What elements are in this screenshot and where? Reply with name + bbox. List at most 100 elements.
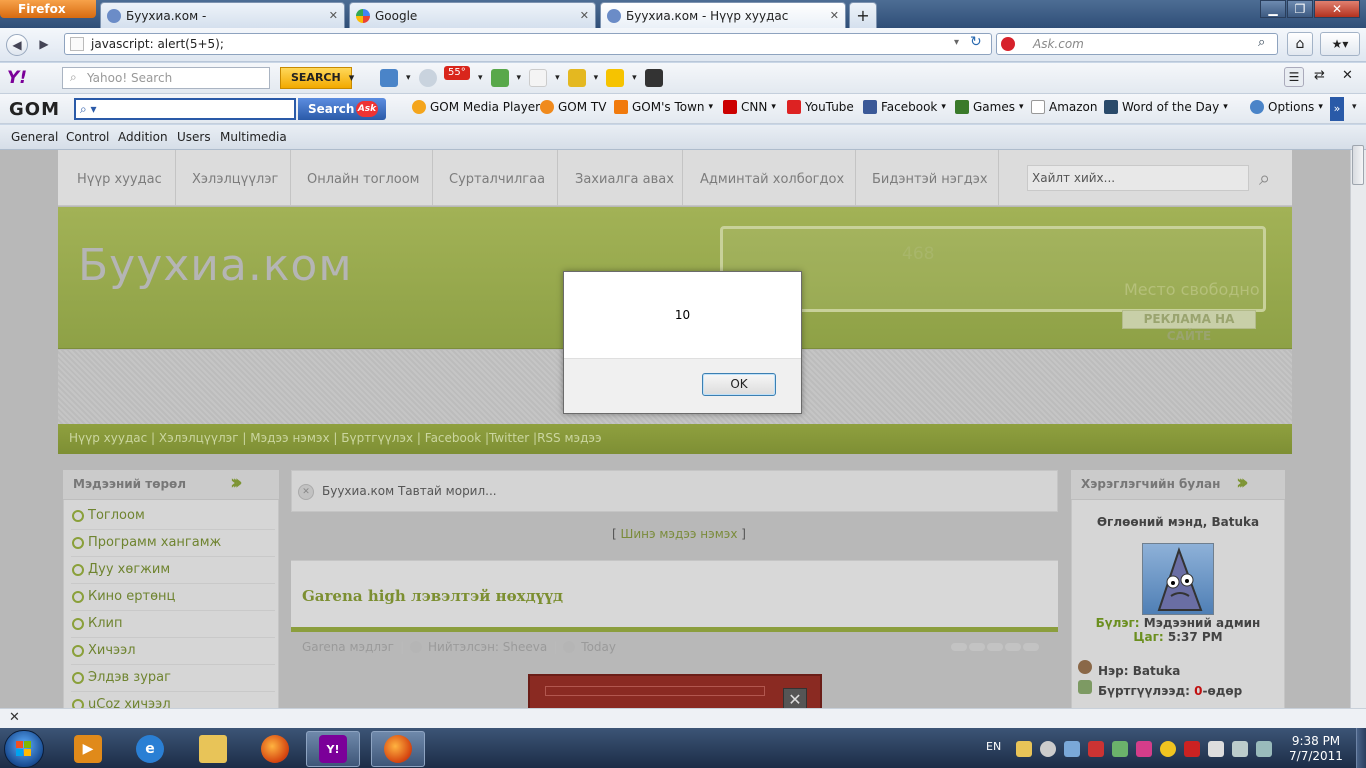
nav-contact-admin[interactable]: Админтай холбогдох <box>700 172 844 187</box>
weather-icon[interactable] <box>418 69 437 87</box>
tray-network-icon[interactable] <box>1064 741 1080 757</box>
system-clock[interactable]: 9:38 PM 7/7/2011 <box>1288 734 1344 764</box>
language-indicator[interactable]: EN <box>986 740 1001 753</box>
flickr-icon[interactable] <box>529 69 548 87</box>
category-item[interactable]: Тоглоом <box>72 508 145 523</box>
ebay-icon[interactable] <box>606 69 625 87</box>
firefox-menu-button[interactable]: Firefox <box>0 0 96 18</box>
close-tab-icon[interactable]: ✕ <box>830 9 839 22</box>
reload-icon[interactable]: ↻ <box>970 34 982 50</box>
tab-buuhia-1[interactable]: Буухиа.ком - ✕ <box>100 2 345 28</box>
search-engine-box[interactable]: Ask.com <box>996 33 1278 55</box>
chevron-down-icon[interactable]: ▾ <box>1352 102 1357 112</box>
gom-link-games[interactable]: Games ▾ <box>955 100 1024 114</box>
taskbar-internet-explorer[interactable]: e <box>123 731 177 767</box>
category-item[interactable]: Хичээл <box>72 643 136 658</box>
close-icon[interactable]: ✕ <box>298 484 314 500</box>
ad-label[interactable]: РЕКЛАМА НА САЙТЕ <box>1122 310 1256 343</box>
back-icon[interactable]: ◀ <box>6 34 28 56</box>
chevron-right-icon[interactable]: » <box>1330 97 1344 121</box>
site-search-input[interactable]: Хайлт хийх... <box>1027 165 1249 191</box>
close-tab-icon[interactable]: ✕ <box>580 9 589 22</box>
amazon-icon[interactable] <box>644 69 663 87</box>
avatar[interactable] <box>1142 543 1214 615</box>
new-tab-button[interactable]: + <box>849 2 877 28</box>
home-icon[interactable]: ⌂ <box>1287 32 1313 56</box>
url-dropdown-icon[interactable]: ▾ <box>954 37 959 48</box>
category-item[interactable]: Программ хангамж <box>72 535 221 550</box>
category-item[interactable]: Кино ертөнц <box>72 589 175 604</box>
forward-icon[interactable]: ▶ <box>34 34 54 56</box>
gom-link-word-of-day[interactable]: Word of the Day ▾ <box>1104 100 1228 114</box>
tray-disc-icon[interactable] <box>1040 741 1056 757</box>
tray-update-icon[interactable] <box>1184 741 1200 757</box>
yahoo-search-input[interactable]: Yahoo! Search <box>62 67 270 89</box>
list-icon[interactable]: ☰ <box>1284 67 1304 87</box>
nav-join[interactable]: Бидэнтэй нэгдэх <box>872 172 988 187</box>
mail-icon[interactable] <box>380 69 398 87</box>
category-item[interactable]: Элдэв зураг <box>72 670 171 685</box>
article-title[interactable]: Garena high лэвэлтэй нөхдүүд <box>302 587 563 605</box>
close-tab-icon[interactable]: ✕ <box>329 9 338 22</box>
nav-forum[interactable]: Хэлэлцүүлэг <box>192 172 278 187</box>
share-icon[interactable] <box>490 69 509 87</box>
site-logo[interactable]: Буухиа.ком <box>78 240 353 291</box>
url-bar[interactable]: javascript: alert(5+5); <box>64 33 992 55</box>
close-toolbar-icon[interactable]: ✕ <box>1342 68 1353 83</box>
gom-search-input[interactable]: ⌕ ▾ <box>74 98 296 120</box>
window-close-icon[interactable]: ✕ <box>1314 0 1360 18</box>
gom-link-tv[interactable]: GOM TV <box>540 100 606 114</box>
restore-icon[interactable]: ❐ <box>1287 0 1313 18</box>
category-item[interactable]: Дуу хөгжим <box>72 562 170 577</box>
category-item[interactable]: Клип <box>72 616 123 631</box>
taskbar-firefox[interactable] <box>248 731 302 767</box>
taskbar-firefox-active[interactable] <box>371 731 425 767</box>
taskbar-yahoo-messenger[interactable]: Y! <box>306 731 360 767</box>
close-icon[interactable]: ✕ <box>9 710 20 725</box>
volume-icon[interactable] <box>1256 741 1272 757</box>
nav-online-games[interactable]: Онлайн тоглоом <box>307 172 419 187</box>
tray-flag-icon[interactable] <box>1232 741 1248 757</box>
gom-link-youtube[interactable]: YouTube <box>787 100 854 114</box>
tray-device-icon[interactable] <box>1208 741 1224 757</box>
tray-folder-icon[interactable] <box>1016 741 1032 757</box>
add-news-link[interactable]: [ Шинэ мэдээ нэмэх ] <box>612 527 746 541</box>
tab-buuhia-home[interactable]: Буухиа.ком - Нүүр хуудас ✕ <box>600 2 846 28</box>
rating-stars[interactable] <box>951 643 1039 651</box>
scrollbar-thumb[interactable] <box>1352 145 1364 185</box>
nav-advertising[interactable]: Сурталчилгаа <box>449 172 545 187</box>
gom-link-facebook[interactable]: Facebook ▾ <box>863 100 946 114</box>
menu-general[interactable]: General <box>11 130 58 144</box>
bookmarks-icon[interactable]: ★▾ <box>1320 32 1360 56</box>
start-button[interactable] <box>4 730 44 768</box>
meta-category[interactable]: Garena мэдлэг <box>302 640 394 654</box>
taskbar-explorer[interactable] <box>186 731 240 767</box>
minimize-icon[interactable]: ▁ <box>1260 0 1286 18</box>
quick-links[interactable]: Нүүр хуудас | Хэлэлцүүлэг | Мэдээ нэмэх … <box>58 424 1292 454</box>
gom-logo[interactable]: GOM <box>9 99 60 120</box>
tray-smiley-icon[interactable] <box>1160 741 1176 757</box>
nav-orders[interactable]: Захиалга авах <box>575 172 674 187</box>
search-icon[interactable]: ⌕ <box>1258 35 1265 50</box>
search-icon[interactable]: ⌕ <box>1259 166 1270 190</box>
menu-users[interactable]: Users <box>177 130 211 144</box>
tray-antivirus-icon[interactable] <box>1088 741 1104 757</box>
nav-home[interactable]: Нүүр хуудас <box>77 172 162 187</box>
gom-link-cnn[interactable]: CNN ▾ <box>723 100 776 114</box>
swap-icon[interactable]: ⇄ <box>1314 68 1325 83</box>
yahoo-search-button[interactable]: SEARCH ▾ <box>280 67 354 89</box>
tray-app-icon[interactable] <box>1112 741 1128 757</box>
menu-multimedia[interactable]: Multimedia <box>220 130 287 144</box>
menu-addition[interactable]: Addition <box>118 130 168 144</box>
gom-options[interactable]: Options ▾ <box>1250 100 1323 114</box>
gom-link-player[interactable]: GOM Media Player <box>412 100 540 114</box>
games-icon[interactable] <box>567 69 586 87</box>
show-desktop-button[interactable] <box>1356 728 1366 768</box>
yahoo-logo[interactable]: Y! <box>7 68 27 88</box>
gom-link-town[interactable]: GOM's Town ▾ <box>614 100 713 114</box>
menu-control[interactable]: Control <box>66 130 109 144</box>
vertical-scrollbar[interactable] <box>1350 150 1366 708</box>
ok-button[interactable]: OK <box>702 373 776 396</box>
gom-link-amazon[interactable]: Amazon <box>1031 100 1098 114</box>
taskbar-media-player[interactable]: ▶ <box>61 731 115 767</box>
